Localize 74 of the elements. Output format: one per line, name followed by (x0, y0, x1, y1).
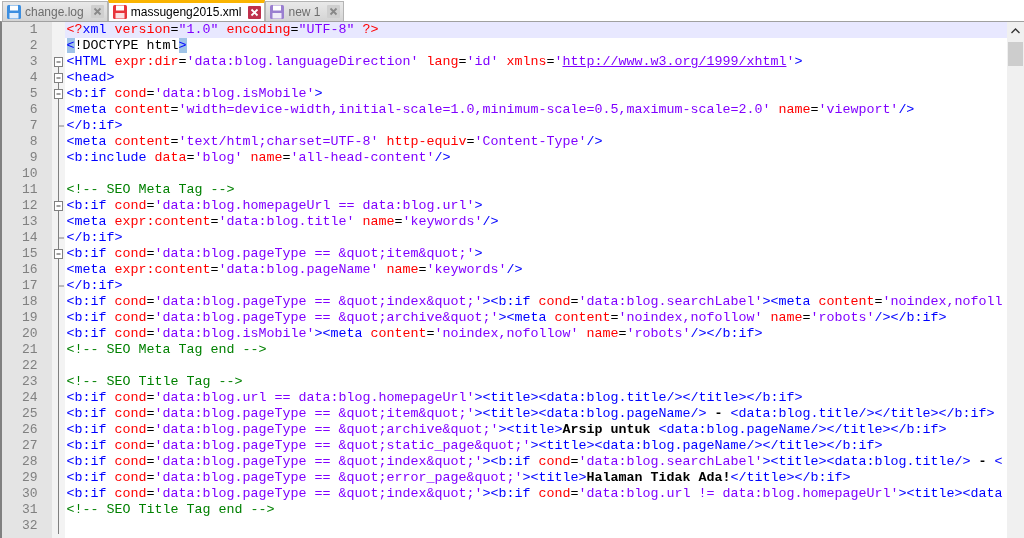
code-line: <!-- SEO Title Tag end --> (65, 502, 276, 518)
line-number: 14 (20, 230, 39, 246)
code-line: <b:if cond='data:blog.pageType == &quot;archive&quot;'><title>Arsip untuk <data:blog.pageName/></title></b:if> (65, 422, 948, 438)
line-number: 10 (20, 166, 39, 182)
code-line: <b:if cond='data:blog.homepageUrl == data:blog.url'> (65, 198, 484, 214)
line-number: 24 (20, 390, 39, 406)
code-line: </b:if> (65, 278, 124, 294)
code-line: <b:if cond='data:blog.isMobile'><meta content='noindex,nofollow' name='robots'/></b:if> (65, 326, 764, 342)
code-line: <b:include data='blog' name='all-head-content'/> (65, 150, 452, 166)
collapse-icon[interactable] (53, 89, 63, 99)
line-number: 16 (20, 262, 39, 278)
line-number: 1 (28, 22, 39, 38)
code-line: <meta expr:content='data:blog.pageName' name='keywords'/> (65, 262, 524, 278)
close-icon[interactable] (327, 5, 341, 18)
scroll-up-icon[interactable] (1011, 28, 1021, 34)
line-number: 20 (20, 326, 39, 342)
line-number: 11 (20, 182, 39, 198)
line-number: 2 (28, 38, 39, 54)
line-number: 5 (28, 86, 39, 102)
line-number: 17 (20, 278, 39, 294)
code-line: <head> (65, 70, 116, 86)
line-number: 6 (28, 102, 39, 118)
code-line: <!-- SEO Meta Tag --> (65, 182, 236, 198)
code-line: <!-- SEO Title Tag --> (65, 374, 244, 390)
code-line: <b:if cond='data:blog.pageType == &quot;archive&quot;'><meta content='noindex,nofollow' name='robots'/></b:if> (65, 310, 948, 326)
collapse-icon[interactable] (53, 201, 63, 211)
code-line: <b:if cond='data:blog.pageType == &quot;item&quot;'> (65, 246, 484, 262)
scrollbar-thumb[interactable] (1008, 42, 1024, 66)
close-icon[interactable] (248, 5, 262, 19)
code-line: <b:if cond='data:blog.url == data:blog.homepageUrl'><title><data:blog.title/></title></b:if> (65, 390, 804, 406)
collapse-icon[interactable] (53, 57, 63, 67)
line-number: 3 (28, 54, 39, 70)
line-number: 12 (20, 198, 39, 214)
line-number: 28 (20, 454, 39, 470)
collapse-icon[interactable] (53, 73, 63, 83)
code-line: <b:if cond='data:blog.pageType == &quot;static_page&quot;'><title><data:blog.pageName/></title></b:if> (65, 438, 884, 454)
line-number: 13 (20, 214, 39, 230)
close-icon[interactable] (90, 5, 104, 18)
line-number: 26 (20, 422, 39, 438)
line-number: 8 (28, 134, 39, 150)
code-line: <meta content='text/html;charset=UTF-8' http-equiv='Content-Type'/> (65, 134, 604, 150)
line-number: 32 (20, 518, 39, 534)
code-line: <b:if cond='data:blog.pageType == &quot;index&quot;'><b:if cond='data:blog.url != data:blog.homepageUrl'><title><data (65, 486, 1004, 502)
file-tab[interactable]: change.log (2, 1, 108, 21)
file-tab[interactable]: new 1 (265, 1, 345, 21)
code-line: </b:if> (65, 118, 124, 134)
code-line: </b:if> (65, 230, 124, 246)
line-number: 23 (20, 374, 39, 390)
line-number: 25 (20, 406, 39, 422)
line-number: 7 (28, 118, 39, 134)
line-number: 19 (20, 310, 39, 326)
line-number: 29 (20, 470, 39, 486)
code-line: <meta content='width=device-width,initial-scale=1.0,minimum-scale=0.5,maximum-scale=2.0' name='viewport'/> (65, 102, 916, 118)
code-line: <b:if cond='data:blog.pageType == &quot;error_page&quot;'><title>Halaman Tidak Ada!</title></b:if> (65, 470, 852, 486)
line-number: 9 (28, 150, 39, 166)
line-number: 21 (20, 342, 39, 358)
line-number: 15 (20, 246, 39, 262)
file-tab[interactable]: massugeng2015.xml (107, 0, 266, 21)
code-line: <!-- SEO Meta Tag end --> (65, 342, 268, 358)
code-line: <b:if cond='data:blog.pageType == &quot;index&quot;'><b:if cond='data:blog.searchLabel'><meta content='noindex,nofoll (65, 294, 1004, 310)
line-number: 30 (20, 486, 39, 502)
line-number: 18 (20, 294, 39, 310)
line-number: 27 (20, 438, 39, 454)
code-line: <HTML expr:dir='data:blog.languageDirection' lang='id' xmlns='http://www.w3.org/1999/xhtml'> (65, 54, 804, 70)
line-number: 22 (20, 358, 39, 374)
code-line: <b:if cond='data:blog.pageType == &quot;item&quot;'><title><data:blog.pageName/> - <data:blog.title/></title></b:if> (65, 406, 996, 422)
vertical-scrollbar[interactable] (1007, 22, 1024, 538)
line-number: 31 (20, 502, 39, 518)
code-line: <meta expr:content='data:blog.title' name='keywords'/> (65, 214, 500, 230)
line-number: 4 (28, 70, 39, 86)
collapse-icon[interactable] (53, 249, 63, 259)
code-line: <b:if cond='data:blog.pageType == &quot;index&quot;'><b:if cond='data:blog.searchLabel'><title><data:blog.title/> - < (65, 454, 1004, 470)
code-line: <!DOCTYPE html> (65, 38, 188, 54)
code-line: <b:if cond='data:blog.isMobile'> (65, 86, 324, 102)
